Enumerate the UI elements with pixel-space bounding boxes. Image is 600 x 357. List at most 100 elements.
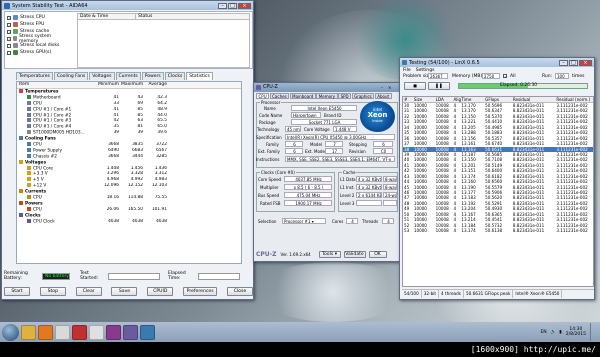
voltage-icon <box>19 159 23 164</box>
chrome-icon[interactable] <box>55 324 70 340</box>
tab-temperatures[interactable]: Temperatures <box>16 72 53 80</box>
cpuz-tab-spd[interactable]: SPD <box>338 93 352 99</box>
linx-titlebar[interactable]: Testing (54/100) - LinX 0.6.5 – □ × <box>400 58 594 67</box>
linx-result-row[interactable]: 53 10000 10008 4 13.174 50.6138 8.823431e-011 3… <box>403 228 593 233</box>
linx-app-icon[interactable] <box>140 324 155 340</box>
cpuz-app-icon[interactable] <box>123 324 138 340</box>
linx-col-header[interactable]: Residual <box>513 97 557 102</box>
stats-col-avg[interactable]: Average <box>145 82 169 88</box>
aida-titlebar[interactable]: System Stability Test - AIDA64 – □ × <box>2 1 253 10</box>
tray-language[interactable]: EN <box>540 330 546 335</box>
clear-button[interactable]: Clear <box>75 287 102 296</box>
tab-powers[interactable]: Powers <box>141 72 164 80</box>
tab-cooling-fans[interactable]: Cooling Fans <box>53 72 89 80</box>
stress-checkbox[interactable]: ✓ <box>7 29 11 34</box>
cpuz-titlebar[interactable]: CPU-Z – × <box>254 83 399 92</box>
bus-speed-value: 475.04 MHz <box>284 192 332 198</box>
linx-col-header[interactable]: # <box>403 97 414 102</box>
linx-results-table: #SizeLDAAlign.TimeGFlopsResidualResidual… <box>402 96 594 287</box>
l1-data-value: 4 x 32 KBytes <box>356 176 382 182</box>
cpuid-button[interactable]: CPUID <box>147 287 174 296</box>
all-memory-checkbox[interactable]: ✓ <box>503 74 507 79</box>
stress-option[interactable]: ✓ Stress system memory <box>7 34 61 44</box>
start-button[interactable]: Start <box>4 287 30 296</box>
file-explorer-icon[interactable] <box>21 324 36 340</box>
linx-status-cell: Intel® Xeon® E5450 <box>513 290 563 298</box>
stress-checkbox[interactable]: ✓ <box>7 15 11 20</box>
cpuz-close-button[interactable]: × <box>388 85 397 90</box>
memory-input[interactable]: 2750 <box>482 73 500 79</box>
menu-file[interactable]: File <box>403 68 411 73</box>
cpuz-window[interactable]: CPU-Z – × CPU Caches Mainboard Memory SPD Gra… <box>253 82 400 262</box>
problem-size-input[interactable]: 26367 <box>428 73 448 79</box>
tab-currents[interactable]: Currents <box>115 72 141 80</box>
taskbar-clock[interactable]: 14:30 2/8/2015 <box>566 327 586 337</box>
selection-dropdown[interactable]: Processor #1 ▾ <box>282 218 326 224</box>
linx-window[interactable]: Testing (54/100) - LinX 0.6.5 – □ × File… <box>399 57 595 300</box>
cpuz-minimize-button[interactable]: – <box>381 85 388 90</box>
stats-col-min[interactable]: Minimum <box>97 82 121 88</box>
linx-col-header[interactable]: Time <box>461 97 485 102</box>
stats-col-item[interactable]: Item <box>17 82 97 88</box>
stats-item-cell: CPU Clock <box>17 218 97 225</box>
start-orb[interactable] <box>2 323 19 341</box>
stop-button[interactable]: Stop <box>39 287 66 296</box>
cpuz-tab-about[interactable]: About <box>374 93 392 99</box>
tools-button[interactable]: Tools ▾ <box>318 250 341 258</box>
ok-button[interactable]: OK <box>368 250 387 258</box>
disk-icon <box>27 130 31 135</box>
linx-col-header[interactable]: GFlops <box>485 97 513 102</box>
cpuz-tab-cpu[interactable]: CPU <box>256 93 270 99</box>
aida-app-icon[interactable] <box>89 324 104 340</box>
linx-stop-button[interactable]: ◼ <box>404 82 426 90</box>
stress-checkbox[interactable] <box>7 50 11 55</box>
tab-voltages[interactable]: Voltages <box>89 72 115 80</box>
stress-option[interactable]: Stress local disks <box>7 42 61 49</box>
linx-col-header[interactable]: LDA <box>436 97 454 102</box>
preferences-button[interactable]: Preferences <box>183 287 218 296</box>
minimize-button[interactable]: – <box>218 2 227 9</box>
linx-minimize-button[interactable]: – <box>559 59 568 66</box>
aida-stability-window[interactable]: System Stability Test - AIDA64 – □ × ✓ St… <box>1 0 254 300</box>
save-button[interactable]: Save <box>111 287 138 296</box>
linx-col-header[interactable]: Size <box>414 97 436 102</box>
all-memory-label: All <box>510 74 516 79</box>
tab-statistics[interactable]: Statistics <box>186 72 213 80</box>
aida-app-icon <box>4 2 10 9</box>
cpuz-tab-mainboard[interactable]: Mainboard <box>289 93 316 99</box>
close-window-button[interactable]: × <box>238 2 251 9</box>
cpuz-tab-memory[interactable]: Memory <box>316 93 338 99</box>
linx-pause-button[interactable]: ❚❚ <box>428 82 450 90</box>
run-count-input[interactable]: 100 <box>555 73 569 79</box>
stats-item-label: CPU <box>33 101 42 107</box>
security-app-icon[interactable] <box>72 324 87 340</box>
stress-option[interactable]: ✓ Stress CPU <box>7 14 61 21</box>
linx-col-header[interactable]: Align. <box>453 97 461 102</box>
power-icon <box>27 206 31 211</box>
linx-close-button[interactable]: × <box>579 59 592 66</box>
stress-checkbox[interactable]: ✓ <box>7 36 11 41</box>
stress-option[interactable]: Stress GPU(s) <box>7 49 61 56</box>
maximize-button[interactable]: □ <box>228 2 237 9</box>
validate-button[interactable]: Validate <box>343 250 366 258</box>
cpuz-tab-graphics[interactable]: Graphics <box>351 93 375 99</box>
linx-status-cell: 32-bit <box>422 290 440 298</box>
fan-icon <box>27 153 31 158</box>
linx-maximize-button[interactable]: □ <box>569 59 578 66</box>
show-desktop-button[interactable] <box>590 323 596 341</box>
stress-item-icon <box>13 36 17 41</box>
close-button[interactable]: Close <box>226 287 253 296</box>
stress-option[interactable]: ✓ Stress FPU <box>7 21 61 28</box>
media-player-icon[interactable] <box>38 324 53 340</box>
network-icon[interactable]: ▮ <box>559 330 561 335</box>
volume-icon[interactable]: 🔊 <box>551 330 557 335</box>
thermometer-icon <box>19 89 23 93</box>
winrar-icon[interactable] <box>106 324 121 340</box>
linx-col-header[interactable]: Residual (norm.) <box>556 97 593 102</box>
stress-checkbox[interactable]: ✓ <box>7 22 11 27</box>
stress-checkbox[interactable] <box>7 43 11 48</box>
stats-row[interactable]: CPU Clock 4038 4038 4038 <box>17 218 241 225</box>
stats-col-max[interactable]: Maximum <box>121 82 145 88</box>
tab-clocks[interactable]: Clocks <box>164 72 186 80</box>
cpuz-tab-caches[interactable]: Caches <box>269 93 290 99</box>
